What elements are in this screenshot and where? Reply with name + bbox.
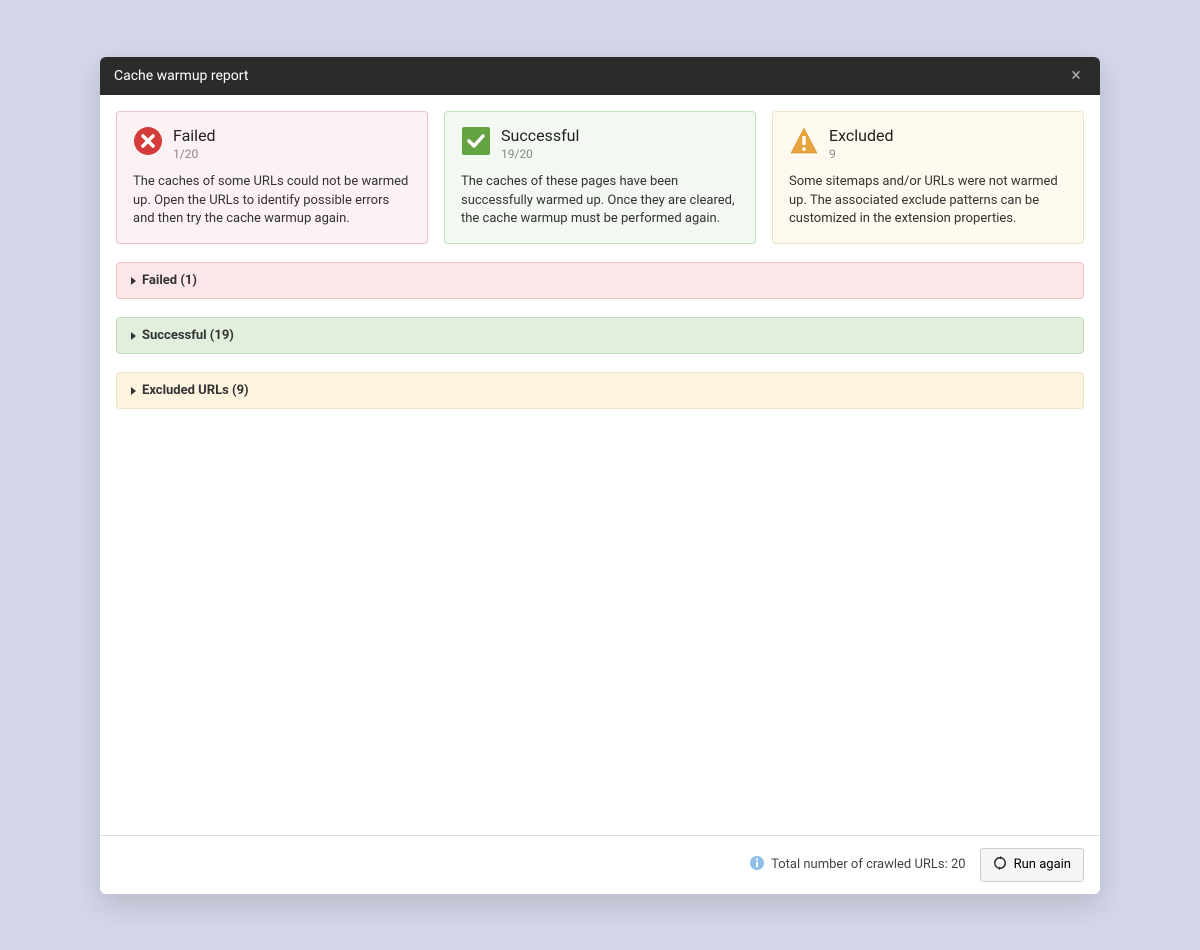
- accordion-label: Excluded URLs (9): [142, 383, 249, 398]
- card-head: Successful 19/20: [461, 126, 739, 161]
- refresh-icon: [993, 856, 1007, 874]
- accordion-label: Failed (1): [142, 273, 197, 288]
- accordion-excluded[interactable]: Excluded URLs (9): [116, 372, 1084, 409]
- card-subtitle: 1/20: [173, 147, 216, 161]
- card-title: Successful: [501, 126, 579, 145]
- card-head: Failed 1/20: [133, 126, 411, 161]
- modal-footer: Total number of crawled URLs: 20 Run aga…: [100, 835, 1100, 894]
- info-icon: [749, 855, 765, 875]
- run-again-label: Run again: [1014, 857, 1071, 872]
- modal-header: Cache warmup report ×: [100, 57, 1100, 95]
- summary-card-failed: Failed 1/20 The caches of some URLs coul…: [116, 111, 428, 245]
- cache-warmup-report-modal: Cache warmup report × Failed 1/20: [100, 57, 1100, 894]
- card-title: Failed: [173, 126, 216, 145]
- card-title: Excluded: [829, 126, 894, 145]
- accordion-successful[interactable]: Successful (19): [116, 317, 1084, 354]
- footer-info: Total number of crawled URLs: 20: [749, 855, 966, 875]
- accordion-label: Successful (19): [142, 328, 234, 343]
- footer-info-text: Total number of crawled URLs: 20: [771, 857, 966, 872]
- close-button[interactable]: ×: [1066, 67, 1086, 85]
- summary-card-excluded: Excluded 9 Some sitemaps and/or URLs wer…: [772, 111, 1084, 245]
- modal-title: Cache warmup report: [114, 68, 248, 84]
- card-head: Excluded 9: [789, 126, 1067, 161]
- warning-icon: [789, 126, 819, 156]
- card-description: Some sitemaps and/or URLs were not warme…: [789, 173, 1067, 230]
- summary-cards: Failed 1/20 The caches of some URLs coul…: [116, 111, 1084, 245]
- error-icon: [133, 126, 163, 156]
- caret-right-icon: [131, 387, 136, 395]
- card-description: The caches of these pages have been succ…: [461, 173, 739, 230]
- card-subtitle: 9: [829, 147, 894, 161]
- summary-card-successful: Successful 19/20 The caches of these pag…: [444, 111, 756, 245]
- card-subtitle: 19/20: [501, 147, 579, 161]
- card-description: The caches of some URLs could not be war…: [133, 173, 411, 230]
- caret-right-icon: [131, 277, 136, 285]
- close-icon: ×: [1071, 65, 1081, 86]
- caret-right-icon: [131, 332, 136, 340]
- modal-body: Failed 1/20 The caches of some URLs coul…: [100, 95, 1100, 835]
- success-icon: [461, 126, 491, 156]
- accordion-failed[interactable]: Failed (1): [116, 262, 1084, 299]
- run-again-button[interactable]: Run again: [980, 848, 1084, 882]
